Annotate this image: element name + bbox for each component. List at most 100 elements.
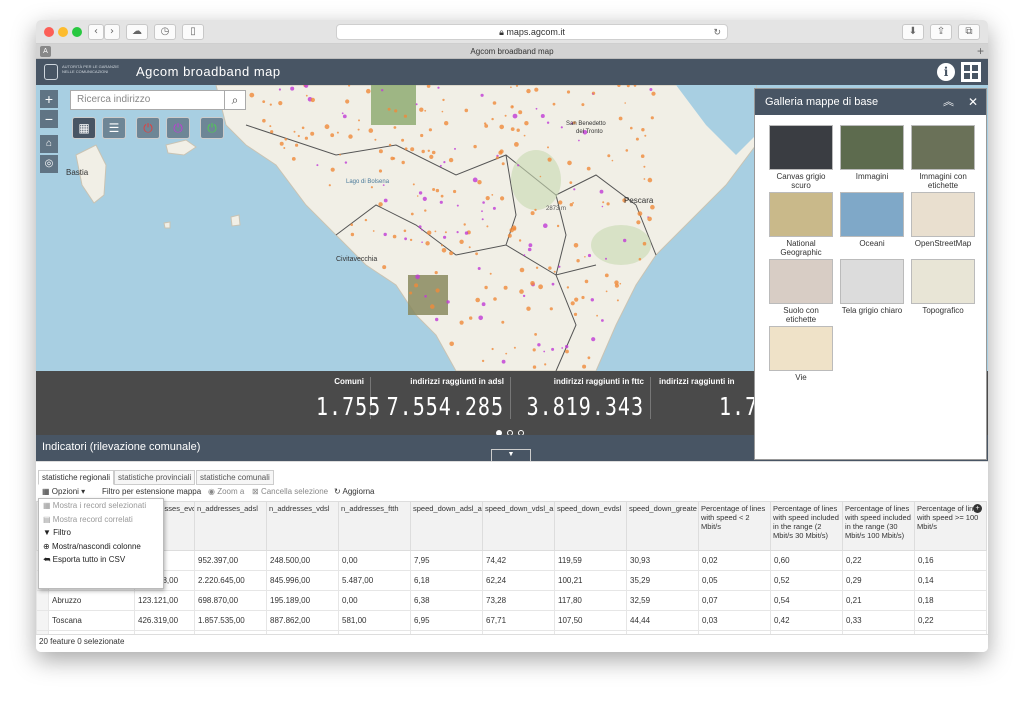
table-row[interactable]: Veneto371.438,002.220.645,00845.996,005.…	[36, 570, 987, 591]
row-select-cell[interactable]	[36, 610, 49, 631]
search-icon[interactable]: ⌕	[224, 90, 246, 110]
sidebar-icon[interactable]: ▯	[182, 24, 204, 40]
coverage-dot	[569, 203, 573, 207]
table-row[interactable]: Toscana 426.319,00 1.857.535,00 887.862,00 5…	[36, 610, 987, 631]
coverage-dot	[290, 86, 295, 91]
column-header[interactable]: speed_down_vdsl_a	[482, 501, 555, 551]
column-header[interactable]: speed_down_greate	[626, 501, 699, 551]
table-cell: 67,71	[482, 610, 555, 631]
coverage-dot	[586, 166, 591, 171]
column-header[interactable]: n_addresses_adsl	[194, 501, 267, 551]
menu-toggle-columns[interactable]: ⊕ Mostra/nascondi colonne	[39, 540, 163, 554]
column-header[interactable]: speed_down_evdsl	[554, 501, 627, 551]
menu-item-label: Mostra record correlati	[52, 514, 133, 524]
back-button[interactable]: ‹	[88, 24, 104, 40]
table-cell: 887.862,00	[266, 610, 339, 631]
info-icon[interactable]: i	[937, 63, 955, 81]
basemap-option[interactable]: National Geographic	[767, 192, 835, 257]
collapse-panel-button[interactable]: ▼	[491, 449, 531, 461]
basemap-option[interactable]: Oceani	[838, 192, 906, 248]
column-header[interactable]: Percentage of lines with speed included …	[842, 501, 915, 551]
coverage-dot	[591, 337, 596, 342]
app-header: AUTORITÀ PER LE GARANZIE NELLE COMUNICAZ…	[36, 59, 988, 85]
address-search-input[interactable]: Ricerca indirizzo	[70, 90, 246, 110]
basemap-option[interactable]: Immagini con etichette	[909, 125, 977, 190]
coverage-dot	[270, 130, 274, 134]
zoom-out-button[interactable]: −	[40, 110, 58, 128]
close-window-button[interactable]	[44, 27, 54, 37]
table-cell: 0,52	[770, 570, 843, 591]
row-select-cell[interactable]	[36, 590, 49, 611]
menu-filter[interactable]: ▼ Filtro	[39, 526, 163, 540]
coverage-dot	[587, 356, 591, 360]
browser-tab-title[interactable]: Agcom broadband map	[36, 44, 988, 59]
basemap-option[interactable]: OpenStreetMap	[909, 192, 977, 248]
table-row[interactable]: 952.397,00 248.500,00 0,00 7,95 74,42 119,59 3…	[36, 550, 987, 571]
minimize-window-button[interactable]	[58, 27, 68, 37]
column-header[interactable]: Percentage of lines with speed < 2 Mbit/…	[698, 501, 771, 551]
label-pescara: Pescara	[624, 196, 654, 205]
clear-selection-button[interactable]: ⊠ Cancella selezione	[252, 487, 328, 496]
coverage-dot	[548, 266, 552, 270]
column-settings-icon[interactable]: +	[973, 504, 982, 513]
reload-icon[interactable]: ↻	[713, 25, 721, 39]
tab-statistiche-comunali[interactable]: statistiche comunali	[196, 470, 274, 485]
maximize-window-button[interactable]	[72, 27, 82, 37]
coverage-dot	[481, 218, 484, 221]
home-button[interactable]: ⌂	[40, 135, 58, 153]
coverage-dot	[535, 266, 539, 269]
close-icon[interactable]: ✕	[968, 89, 978, 115]
forward-button[interactable]: ›	[104, 24, 120, 40]
coverage-dot	[493, 297, 497, 301]
label-bastia: Bastia	[66, 168, 89, 177]
coverage-dot	[392, 234, 397, 239]
download-icon[interactable]: ⬇	[902, 24, 924, 40]
basemap-option[interactable]: Immagini	[838, 125, 906, 181]
filter-by-extent-button[interactable]: Filtro per estensione mappa	[102, 487, 201, 496]
column-header[interactable]: n_addresses_ftth	[338, 501, 411, 551]
coverage-dot	[519, 289, 524, 294]
coverage-dot	[435, 317, 439, 322]
attribute-table[interactable]: n_addresses_evdsl n_addresses_adsl n_add…	[36, 501, 988, 634]
table-cell: 6,38	[410, 590, 483, 611]
tab-statistiche-provinciali[interactable]: statistiche provinciali	[114, 470, 196, 485]
cloud-icon[interactable]: ☁	[126, 24, 148, 40]
coverage-dot	[435, 288, 440, 293]
power-purple-icon[interactable]: ⏻	[166, 117, 190, 139]
column-header[interactable]: speed_down_adsl_a	[410, 501, 483, 551]
coverage-dot	[420, 133, 424, 138]
refresh-button[interactable]: ↻ Aggiorna	[334, 487, 375, 496]
basemap-option[interactable]: Suolo con etichette	[767, 259, 835, 324]
column-header[interactable]: n_addresses_vdsl	[266, 501, 339, 551]
basemap-option[interactable]: Tela grigio chiaro	[838, 259, 906, 315]
basemap-option[interactable]: Vie	[767, 326, 835, 382]
stat-label: Comuni	[334, 377, 364, 386]
options-dropdown[interactable]: ▦ Opzioni ▾	[42, 487, 85, 496]
power-green-icon[interactable]: ⏻	[200, 117, 224, 139]
basemap-option[interactable]: Topografico	[909, 259, 977, 315]
zoom-label: Zoom a	[217, 487, 245, 496]
collapse-up-icon[interactable]: ︽	[943, 89, 954, 115]
coverage-dot	[382, 265, 387, 270]
tab-statistiche-regionali[interactable]: statistiche regionali	[38, 470, 115, 485]
layer-list-icon[interactable]: ☰	[102, 117, 126, 139]
power-red-icon[interactable]: ⏻	[136, 117, 160, 139]
tabs-overview-icon[interactable]: ⧉	[958, 24, 980, 40]
zoom-to-button[interactable]: ◉ Zoom a	[208, 487, 244, 496]
table-row[interactable]: Abruzzo 123.121,00 698.870,00 195.189,00 0,0…	[36, 590, 987, 611]
url-bar[interactable]: 🔒︎ maps.agcom.it ↻	[336, 24, 728, 40]
new-tab-button[interactable]: +	[977, 44, 984, 59]
locate-button[interactable]: ◎	[40, 155, 58, 173]
stat-fttc: indirizzi raggiunti in fttc 3.819.343	[511, 377, 651, 421]
zoom-in-button[interactable]: +	[40, 90, 58, 108]
column-header[interactable]: Percentage of lines with speed included …	[770, 501, 843, 551]
menu-export-csv[interactable]: ⮪ Esporta tutto in CSV	[39, 553, 163, 567]
coverage-dot	[611, 159, 614, 162]
coverage-dot	[651, 91, 656, 96]
basemap-option[interactable]: Canvas grigio scuro	[767, 125, 835, 190]
share-icon[interactable]: ⇪	[930, 24, 952, 40]
coverage-dot	[435, 188, 440, 193]
app-launcher-grid-icon[interactable]	[961, 62, 981, 82]
history-icon[interactable]: ◷	[154, 24, 176, 40]
basemap-gallery-icon[interactable]: ▦	[72, 117, 96, 139]
